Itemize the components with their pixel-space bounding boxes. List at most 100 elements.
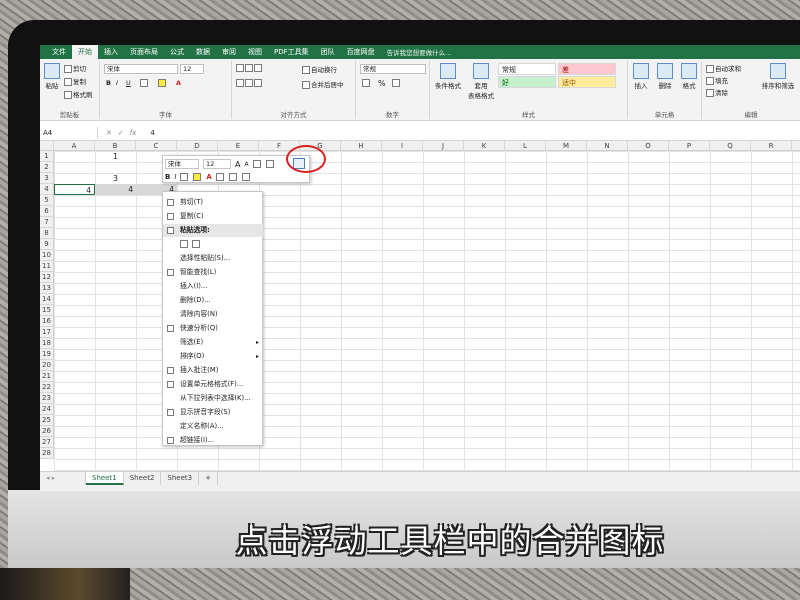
copy-button[interactable]: 复制 — [64, 76, 86, 86]
shrink-font-button[interactable]: A — [244, 161, 248, 168]
number-format-icon[interactable] — [252, 160, 261, 168]
row-header-7[interactable]: 7 — [40, 217, 54, 228]
merge-center-button[interactable]: 合并后居中 — [302, 79, 344, 89]
select-all-corner[interactable] — [40, 141, 54, 151]
sheet-tab-2[interactable]: Sheet2 — [124, 472, 162, 485]
column-header-h[interactable]: H — [341, 141, 382, 151]
paste-button[interactable]: 粘贴 — [44, 63, 60, 90]
column-header-a[interactable]: A — [54, 141, 95, 151]
add-sheet-button[interactable]: + — [199, 472, 218, 485]
font-color-button[interactable]: A — [176, 79, 181, 87]
tab-view[interactable]: 视图 — [242, 45, 268, 59]
italic-button[interactable]: I — [116, 79, 118, 87]
context-menu-insert-comment[interactable]: 插入批注(M) — [163, 364, 263, 377]
bold-button[interactable]: B — [106, 79, 111, 87]
context-menu-smart-lookup[interactable]: 智能查找(L) — [163, 266, 263, 279]
row-header-27[interactable]: 27 — [40, 437, 54, 448]
align-left-button[interactable] — [236, 79, 263, 87]
row-header-17[interactable]: 17 — [40, 327, 54, 338]
clear-button[interactable]: 清除 — [706, 87, 728, 97]
context-menu-delete[interactable]: 删除(D)... — [163, 294, 263, 307]
row-header-2[interactable]: 2 — [40, 162, 54, 173]
wrap-text-button[interactable]: 自动换行 — [302, 64, 337, 74]
row-header-4[interactable]: 4 — [40, 184, 54, 195]
row-header-20[interactable]: 20 — [40, 360, 54, 371]
mini-font-select[interactable]: 宋体 — [165, 159, 199, 169]
style-normal[interactable]: 常规 — [498, 63, 556, 75]
paste-icon[interactable] — [180, 240, 188, 248]
column-header-j[interactable]: J — [423, 141, 464, 151]
context-menu-sort[interactable]: 排序(O) ▸ — [163, 350, 263, 363]
row-header-16[interactable]: 16 — [40, 316, 54, 327]
delete-cells-button[interactable]: 删除 — [654, 63, 676, 90]
tab-insert[interactable]: 插入 — [98, 45, 124, 59]
cut-button[interactable]: 剪切 — [64, 63, 86, 73]
underline-button[interactable]: U — [126, 79, 131, 87]
tab-file[interactable]: 文件 — [46, 45, 72, 59]
context-menu-cut[interactable]: 剪切(T) — [163, 196, 263, 209]
format-as-table-button[interactable]: 套用 表格格式 — [466, 63, 496, 100]
mini-italic-button[interactable]: I — [174, 173, 176, 181]
context-menu-format-cells[interactable]: 设置单元格格式(F)... — [163, 378, 263, 391]
style-neutral[interactable]: 适中 — [558, 76, 616, 88]
cell-b4[interactable]: 4 — [95, 184, 136, 195]
enter-icon[interactable]: ✓ — [118, 129, 124, 137]
row-header-8[interactable]: 8 — [40, 228, 54, 239]
grow-font-button[interactable]: A — [235, 160, 240, 169]
row-header-18[interactable]: 18 — [40, 338, 54, 349]
column-header-m[interactable]: M — [546, 141, 587, 151]
column-header-n[interactable]: N — [587, 141, 628, 151]
comma-button[interactable] — [392, 79, 401, 87]
eraser-icon[interactable] — [241, 173, 250, 181]
font-size-select[interactable]: 12 — [180, 64, 204, 74]
context-menu-define-name[interactable]: 定义名称(A)... — [163, 420, 263, 433]
font-color-icon[interactable]: A — [206, 173, 211, 181]
row-header-9[interactable]: 9 — [40, 239, 54, 250]
autosum-button[interactable]: 自动求和 — [706, 63, 741, 73]
row-header-12[interactable]: 12 — [40, 272, 54, 283]
row-header-26[interactable]: 26 — [40, 426, 54, 437]
style-bad[interactable]: 差 — [558, 63, 616, 75]
number-format-select[interactable]: 常规 — [360, 64, 426, 74]
context-menu-pick-from-list[interactable]: 从下拉列表中选择(K)... — [163, 392, 263, 405]
row-header-19[interactable]: 19 — [40, 349, 54, 360]
column-header-d[interactable]: D — [177, 141, 218, 151]
align-center-icon[interactable] — [180, 173, 189, 181]
sheet-tab-1[interactable]: Sheet1 — [86, 472, 124, 485]
row-header-24[interactable]: 24 — [40, 404, 54, 415]
column-header-q[interactable]: Q — [710, 141, 751, 151]
row-header-23[interactable]: 23 — [40, 393, 54, 404]
row-header-3[interactable]: 3 — [40, 173, 54, 184]
context-menu-hyperlink[interactable]: 超链接(I)... — [163, 434, 263, 447]
tab-formulas[interactable]: 公式 — [164, 45, 190, 59]
row-header-21[interactable]: 21 — [40, 371, 54, 382]
row-header-28[interactable]: 28 — [40, 448, 54, 459]
column-header-b[interactable]: B — [95, 141, 136, 151]
row-header-25[interactable]: 25 — [40, 415, 54, 426]
border-icon[interactable] — [215, 173, 224, 181]
context-menu-filter[interactable]: 筛选(E) ▸ — [163, 336, 263, 349]
row-header-5[interactable]: 5 — [40, 195, 54, 206]
style-good[interactable]: 好 — [498, 76, 556, 88]
column-header-c[interactable]: C — [136, 141, 177, 151]
format-painter-button[interactable]: 格式刷 — [64, 89, 93, 99]
sort-filter-button[interactable]: 排序和筛选 — [758, 63, 798, 90]
mini-bold-button[interactable]: B — [165, 173, 170, 181]
decimal-icon[interactable] — [228, 173, 237, 181]
cancel-icon[interactable]: ✕ — [106, 129, 112, 137]
context-menu-paste-special[interactable]: 选择性粘贴(S)... — [163, 252, 263, 265]
tab-pdf-tools[interactable]: PDF工具集 — [268, 45, 315, 59]
sheet-tab-3[interactable]: Sheet3 — [161, 472, 200, 485]
cell-a4[interactable]: 4 — [54, 184, 95, 195]
paint-bucket-icon[interactable] — [193, 173, 202, 181]
column-header-l[interactable]: L — [505, 141, 546, 151]
tab-home[interactable]: 开始 — [72, 45, 98, 59]
tab-page-layout[interactable]: 页面布局 — [124, 45, 164, 59]
name-box[interactable]: A4 — [40, 126, 98, 139]
context-menu-copy[interactable]: 复制(C) — [163, 210, 263, 223]
conditional-format-button[interactable]: 条件格式 — [434, 63, 462, 90]
tab-baidu-netdisk[interactable]: 百度网盘 — [341, 45, 381, 59]
mini-size-select[interactable]: 12 — [203, 159, 231, 169]
context-menu-quick-analysis[interactable]: 快速分析(Q) — [163, 322, 263, 335]
tab-review[interactable]: 审阅 — [216, 45, 242, 59]
